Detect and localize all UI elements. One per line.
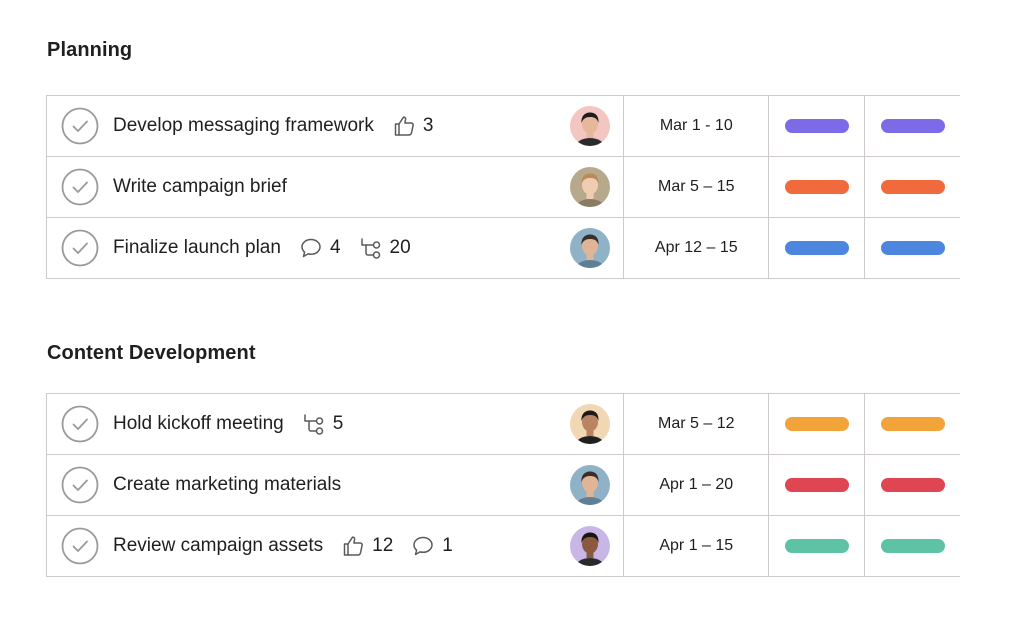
check-circle-icon[interactable] bbox=[61, 527, 99, 565]
status-bar bbox=[784, 417, 849, 431]
check-circle-icon[interactable] bbox=[61, 168, 99, 206]
status-bar bbox=[784, 478, 849, 492]
task-main: Write campaign brief bbox=[47, 157, 623, 217]
priority-bar bbox=[880, 241, 945, 255]
priority-bar bbox=[880, 478, 945, 492]
task-name[interactable]: Develop messaging framework bbox=[113, 115, 374, 137]
task-name-wrap: Hold kickoff meeting 5 bbox=[113, 394, 343, 454]
task-name[interactable]: Write campaign brief bbox=[113, 176, 287, 198]
task-name[interactable]: Finalize launch plan bbox=[113, 237, 281, 259]
comments-count: 4 bbox=[329, 237, 341, 258]
check-circle-icon[interactable] bbox=[61, 229, 99, 267]
task-name-wrap: Develop messaging framework 3 bbox=[113, 96, 433, 156]
avatar[interactable] bbox=[570, 465, 610, 505]
priority-bar bbox=[880, 119, 945, 133]
comments-count: 1 bbox=[442, 535, 453, 556]
priority-bar bbox=[880, 180, 945, 194]
task-name[interactable]: Hold kickoff meeting bbox=[113, 413, 284, 435]
priority-bar bbox=[880, 539, 945, 553]
person-icon bbox=[570, 228, 610, 268]
person-icon bbox=[570, 404, 610, 444]
thumbs-up-icon bbox=[343, 536, 364, 556]
check-circle-icon[interactable] bbox=[61, 466, 99, 504]
status-bar-cell[interactable] bbox=[768, 96, 864, 156]
status-bar bbox=[784, 539, 849, 553]
subtask-icon bbox=[360, 238, 380, 259]
date-cell[interactable]: Apr 1 – 15 bbox=[623, 516, 768, 576]
status-bar bbox=[784, 180, 849, 194]
status-bar-cell[interactable] bbox=[768, 157, 864, 217]
avatar[interactable] bbox=[570, 228, 610, 268]
task-list-planning: Develop messaging framework 3 Mar 1 - 10… bbox=[46, 95, 960, 279]
task-name[interactable]: Review campaign assets bbox=[113, 535, 323, 557]
check-circle-icon[interactable] bbox=[61, 405, 99, 443]
comments-meta[interactable]: 4 bbox=[299, 236, 341, 260]
date-cell[interactable]: Mar 5 – 15 bbox=[623, 157, 768, 217]
subtasks-count: 20 bbox=[389, 237, 411, 258]
date-cell[interactable]: Apr 1 – 20 bbox=[623, 455, 768, 515]
section-title-content-development: Content Development bbox=[47, 342, 256, 364]
priority-bar-cell[interactable] bbox=[864, 96, 960, 156]
likes-count: 3 bbox=[422, 115, 434, 136]
avatar[interactable] bbox=[570, 404, 610, 444]
avatar[interactable] bbox=[570, 167, 610, 207]
subtask-icon bbox=[303, 414, 323, 435]
likes-meta[interactable]: 12 bbox=[341, 534, 393, 558]
task-name-wrap: Review campaign assets 12 1 bbox=[113, 516, 453, 576]
status-bar-cell[interactable] bbox=[768, 218, 864, 278]
priority-bar-cell[interactable] bbox=[864, 455, 960, 515]
status-bar bbox=[784, 119, 849, 133]
priority-bar-cell[interactable] bbox=[864, 394, 960, 454]
subtasks-meta[interactable]: 5 bbox=[302, 412, 344, 436]
check-circle-icon[interactable] bbox=[61, 107, 99, 145]
task-name-wrap: Create marketing materials bbox=[113, 455, 341, 515]
task-name[interactable]: Create marketing materials bbox=[113, 474, 341, 496]
date-cell[interactable]: Mar 1 - 10 bbox=[623, 96, 768, 156]
task-row[interactable]: Develop messaging framework 3 Mar 1 - 10 bbox=[46, 96, 960, 157]
section-title-planning: Planning bbox=[47, 39, 133, 61]
avatar[interactable] bbox=[570, 526, 610, 566]
task-main: Create marketing materials bbox=[47, 455, 623, 515]
task-row[interactable]: Review campaign assets 12 1 Apr 1 – 15 bbox=[46, 516, 960, 577]
person-icon bbox=[570, 526, 610, 566]
task-name-wrap: Write campaign brief bbox=[113, 157, 287, 217]
priority-bar bbox=[880, 417, 945, 431]
task-main: Develop messaging framework 3 bbox=[47, 96, 623, 156]
task-main: Hold kickoff meeting 5 bbox=[47, 394, 623, 454]
comments-meta[interactable]: 1 bbox=[411, 534, 453, 558]
priority-bar-cell[interactable] bbox=[864, 157, 960, 217]
priority-bar-cell[interactable] bbox=[864, 516, 960, 576]
person-icon bbox=[570, 167, 610, 207]
likes-count: 12 bbox=[372, 535, 394, 556]
task-row[interactable]: Hold kickoff meeting 5 Mar 5 – 12 bbox=[46, 394, 960, 455]
likes-meta[interactable]: 3 bbox=[392, 114, 434, 138]
date-cell[interactable]: Apr 12 – 15 bbox=[623, 218, 768, 278]
status-bar-cell[interactable] bbox=[768, 516, 864, 576]
thumbs-up-icon bbox=[394, 116, 414, 136]
comment-icon bbox=[413, 536, 434, 556]
task-row[interactable]: Write campaign brief Mar 5 – 15 bbox=[46, 157, 960, 218]
subtasks-count: 5 bbox=[332, 413, 344, 434]
date-cell[interactable]: Mar 5 – 12 bbox=[623, 394, 768, 454]
person-icon bbox=[570, 465, 610, 505]
task-list-content-development: Hold kickoff meeting 5 Mar 5 – 12 Create… bbox=[46, 393, 960, 577]
task-row[interactable]: Finalize launch plan 4 20 Apr 12 – 15 bbox=[46, 218, 960, 279]
person-icon bbox=[570, 106, 610, 146]
task-main: Review campaign assets 12 1 bbox=[47, 516, 623, 576]
subtasks-meta[interactable]: 20 bbox=[359, 236, 411, 260]
status-bar bbox=[784, 241, 849, 255]
task-row[interactable]: Create marketing materials Apr 1 – 20 bbox=[46, 455, 960, 516]
status-bar-cell[interactable] bbox=[768, 455, 864, 515]
task-main: Finalize launch plan 4 20 bbox=[47, 218, 623, 278]
status-bar-cell[interactable] bbox=[768, 394, 864, 454]
priority-bar-cell[interactable] bbox=[864, 218, 960, 278]
comment-icon bbox=[301, 238, 321, 258]
avatar[interactable] bbox=[570, 106, 610, 146]
task-name-wrap: Finalize launch plan 4 20 bbox=[113, 218, 411, 278]
